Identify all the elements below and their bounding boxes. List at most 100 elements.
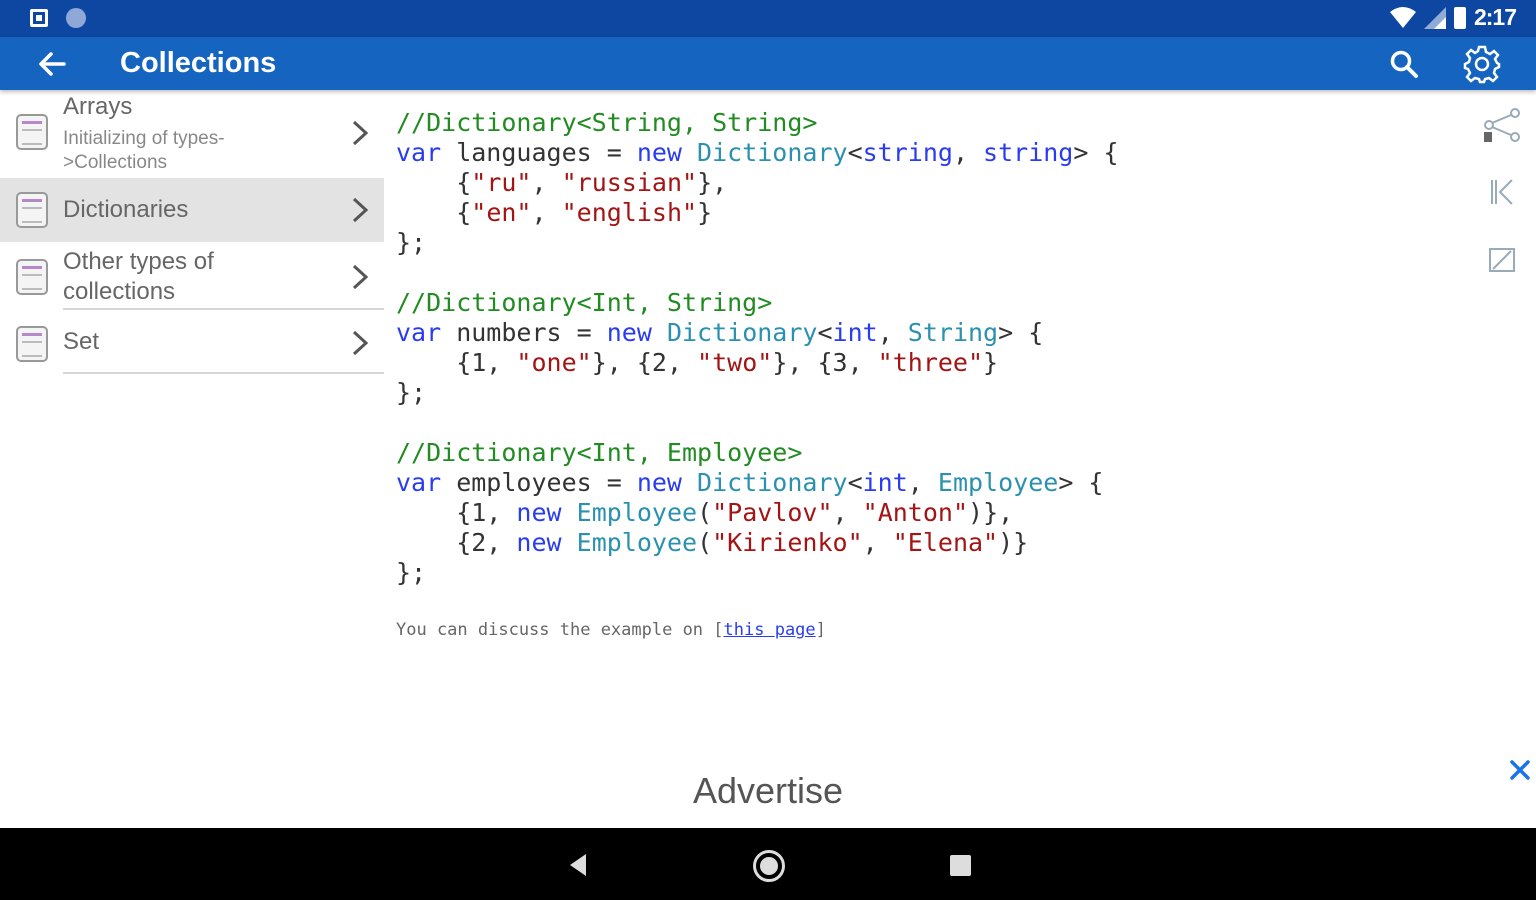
code-text: employees = [441,468,637,497]
code-text: ( [697,528,713,557]
settings-button[interactable] [1460,42,1504,86]
code-text: > { [1058,468,1104,497]
chevron-right-icon [352,197,369,223]
code-text: }; [396,558,427,587]
code-text: > { [998,318,1044,347]
code-string: "Pavlov" [712,498,833,527]
code-keyword: string [862,138,953,167]
document-icon [16,326,48,362]
signal-icon [1423,6,1446,29]
code-keyword: new [516,498,562,527]
code-keyword: new [606,318,652,347]
code-comment: //Dictionary<Int, Employee> [396,438,803,467]
chevron-right-icon [352,330,369,356]
share-button[interactable] [1480,104,1524,148]
close-ad-button[interactable] [1506,756,1534,784]
search-button[interactable] [1384,44,1424,84]
code-text: } [983,348,999,377]
code-string: "en" [471,198,532,227]
first-page-button[interactable] [1480,170,1524,214]
code-text: ( [697,498,713,527]
list-item-other-collections[interactable]: Other types of collections [0,242,384,310]
notification-icon [30,9,48,27]
divider [63,308,384,310]
code-text: numbers = [441,318,607,347]
code-keyword: var [396,138,442,167]
code-type: Employee [576,498,698,527]
code-text: )} [998,528,1029,557]
code-text: }, {2, [591,348,698,377]
code-text: , [877,318,908,347]
discussion-link[interactable]: this page [724,620,816,640]
back-arrow-icon [39,52,66,76]
document-icon [16,192,48,228]
code-text: )}, [968,498,1014,527]
status-icons: 2:17 [1389,4,1517,31]
discussion-note: You can discuss the example on [this pag… [396,620,826,640]
close-icon [1510,760,1530,780]
system-navigation-bar [0,828,1536,900]
list-item-set[interactable]: Set [0,312,384,374]
nav-home-icon[interactable] [753,850,785,882]
code-text: , [907,468,938,497]
gear-icon [1463,45,1501,84]
code-text: }; [396,228,427,257]
code-string: "Elena" [892,528,999,557]
code-comment: //Dictionary<Int, String> [396,288,773,317]
code-text: {2, [396,528,517,557]
code-text: , [531,198,562,227]
code-type: Dictionary [666,318,818,347]
discussion-text: You can discuss the example on [396,620,714,640]
edit-icon [1489,248,1515,272]
code-keyword: new [516,528,562,557]
code-string: "two" [697,348,773,377]
notification-icons [30,8,86,28]
list-item-title: Dictionaries [63,196,189,223]
code-text: , [832,498,863,527]
code-string: "Anton" [862,498,969,527]
status-bar: 2:17 [0,0,1536,37]
share-icon [1484,108,1520,142]
code-text: {1, [396,348,517,377]
document-icon [16,114,48,150]
divider [63,372,384,374]
back-button[interactable] [32,45,72,83]
code-text: > { [1073,138,1119,167]
code-type: Dictionary [697,138,848,167]
advertise-banner[interactable]: Advertise [0,770,1536,812]
code-text: , [531,168,562,197]
app-bar: Collections [0,37,1536,90]
list-item-subtitle: Initializing of types->Collections [63,128,225,173]
nav-back-icon[interactable] [566,852,590,878]
code-text: < [817,318,833,347]
code-keyword: var [396,468,442,497]
clock: 2:17 [1473,4,1517,30]
code-text: {1, [396,498,517,527]
list-item-arrays[interactable]: Arrays Initializing of types->Collection… [0,90,384,178]
code-text: < [847,138,863,167]
list-item-dictionaries[interactable]: Dictionaries [0,178,384,242]
nav-recents-icon[interactable] [950,855,971,876]
wifi-icon [1389,6,1416,28]
bracket: ] [815,620,826,640]
code-keyword: new [636,468,682,497]
list-item-title: Arrays [63,93,133,120]
battery-icon [1453,6,1466,29]
code-string: "ru" [471,168,532,197]
edit-button[interactable] [1480,238,1524,282]
code-keyword: int [832,318,878,347]
first-page-icon [1491,179,1513,205]
code-keyword: int [862,468,908,497]
document-icon [16,259,48,295]
code-string: "one" [516,348,592,377]
list-item-title: Other types of collections [63,248,214,305]
code-text: }, [697,168,728,197]
bracket: [ [713,620,724,640]
code-text: }; [396,378,427,407]
code-text: < [847,468,863,497]
list-item-title: Set [63,328,100,355]
